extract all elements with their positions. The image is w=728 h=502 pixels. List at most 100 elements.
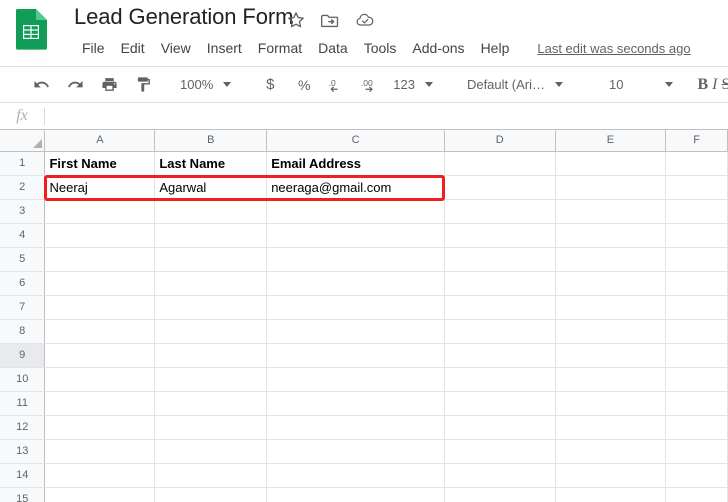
cell-B13[interactable] — [154, 439, 268, 464]
cell-A12[interactable] — [44, 415, 156, 440]
function-fx-icon[interactable]: fx — [0, 107, 44, 125]
cell-A1[interactable]: First Name — [44, 151, 156, 176]
number-format-dropdown[interactable]: 123 — [389, 72, 439, 98]
column-header-b[interactable]: B — [154, 130, 268, 152]
cell-C9[interactable] — [266, 343, 445, 368]
cell-F14[interactable] — [665, 463, 728, 488]
cell-B15[interactable] — [154, 487, 268, 502]
row-header[interactable]: 2 — [0, 175, 46, 200]
cell-C4[interactable] — [266, 223, 445, 248]
cell-D8[interactable] — [444, 319, 556, 344]
cell-D14[interactable] — [444, 463, 556, 488]
cell-C13[interactable] — [266, 439, 445, 464]
cell-B12[interactable] — [154, 415, 268, 440]
row-header[interactable]: 7 — [0, 295, 46, 320]
cell-F12[interactable] — [665, 415, 728, 440]
menu-item-insert[interactable]: Insert — [199, 38, 250, 58]
cell-C8[interactable] — [266, 319, 445, 344]
cell-F7[interactable] — [665, 295, 728, 320]
print-icon[interactable] — [96, 72, 122, 98]
cell-B10[interactable] — [154, 367, 268, 392]
menu-item-view[interactable]: View — [153, 38, 199, 58]
cell-A10[interactable] — [44, 367, 156, 392]
cell-D9[interactable] — [444, 343, 556, 368]
cell-E13[interactable] — [555, 439, 667, 464]
cell-F10[interactable] — [665, 367, 728, 392]
paint-format-icon[interactable] — [130, 72, 156, 98]
row-header[interactable]: 4 — [0, 223, 46, 248]
star-icon[interactable] — [286, 10, 306, 30]
menu-item-addons[interactable]: Add-ons — [404, 38, 472, 58]
cell-A4[interactable] — [44, 223, 156, 248]
cell-F8[interactable] — [665, 319, 728, 344]
cloud-saved-icon[interactable] — [355, 10, 375, 30]
select-all-corner[interactable] — [0, 130, 46, 152]
column-header-d[interactable]: D — [444, 130, 556, 152]
cell-B1[interactable]: Last Name — [154, 151, 268, 176]
row-header[interactable]: 15 — [0, 487, 46, 502]
cell-E14[interactable] — [555, 463, 667, 488]
cell-C2[interactable]: neeraga@gmail.com — [266, 175, 445, 200]
cell-F1[interactable] — [665, 151, 728, 176]
cell-E8[interactable] — [555, 319, 667, 344]
cell-F15[interactable] — [665, 487, 728, 502]
cell-E7[interactable] — [555, 295, 667, 320]
cell-A7[interactable] — [44, 295, 156, 320]
currency-format-button[interactable]: $ — [257, 72, 283, 98]
cell-E15[interactable] — [555, 487, 667, 502]
cell-C7[interactable] — [266, 295, 445, 320]
cell-F5[interactable] — [665, 247, 728, 272]
menu-item-data[interactable]: Data — [310, 38, 356, 58]
cell-A5[interactable] — [44, 247, 156, 272]
cell-D4[interactable] — [444, 223, 556, 248]
cell-E9[interactable] — [555, 343, 667, 368]
cell-E12[interactable] — [555, 415, 667, 440]
cell-E1[interactable] — [555, 151, 667, 176]
cell-C6[interactable] — [266, 271, 445, 296]
cell-B14[interactable] — [154, 463, 268, 488]
row-header[interactable]: 5 — [0, 247, 46, 272]
cell-C15[interactable] — [266, 487, 445, 502]
cell-A8[interactable] — [44, 319, 156, 344]
cell-A3[interactable] — [44, 199, 156, 224]
cell-E11[interactable] — [555, 391, 667, 416]
font-size-dropdown[interactable]: 10 — [605, 72, 679, 98]
column-header-f[interactable]: F — [665, 130, 728, 152]
column-header-a[interactable]: A — [44, 130, 156, 152]
document-title[interactable]: Lead Generation Form — [74, 4, 293, 30]
row-header[interactable]: 9 — [0, 343, 46, 368]
cell-C14[interactable] — [266, 463, 445, 488]
cell-D2[interactable] — [444, 175, 556, 200]
decrease-decimal-button[interactable]: .0 — [325, 72, 351, 98]
percent-format-button[interactable]: % — [291, 72, 317, 98]
row-header[interactable]: 3 — [0, 199, 46, 224]
cell-C3[interactable] — [266, 199, 445, 224]
row-header[interactable]: 10 — [0, 367, 46, 392]
font-family-dropdown[interactable]: Default (Ari… — [463, 72, 569, 98]
cell-D13[interactable] — [444, 439, 556, 464]
cell-E6[interactable] — [555, 271, 667, 296]
cell-A6[interactable] — [44, 271, 156, 296]
menu-item-format[interactable]: Format — [250, 38, 310, 58]
row-header[interactable]: 12 — [0, 415, 46, 440]
cell-D12[interactable] — [444, 415, 556, 440]
menu-item-edit[interactable]: Edit — [113, 38, 153, 58]
cell-B6[interactable] — [154, 271, 268, 296]
cell-F11[interactable] — [665, 391, 728, 416]
undo-icon[interactable] — [28, 72, 54, 98]
cell-D10[interactable] — [444, 367, 556, 392]
cell-E4[interactable] — [555, 223, 667, 248]
row-header[interactable]: 14 — [0, 463, 46, 488]
italic-button[interactable]: I — [712, 72, 717, 98]
cell-A11[interactable] — [44, 391, 156, 416]
spreadsheet-grid[interactable]: A B C D E F 1 First Name Last Name Email Ad… — [0, 129, 728, 502]
strikethrough-button[interactable]: S — [721, 72, 728, 98]
row-header[interactable]: 13 — [0, 439, 46, 464]
menu-item-file[interactable]: File — [74, 38, 113, 58]
cell-B5[interactable] — [154, 247, 268, 272]
row-header[interactable]: 11 — [0, 391, 46, 416]
cell-B8[interactable] — [154, 319, 268, 344]
cell-C5[interactable] — [266, 247, 445, 272]
cell-F6[interactable] — [665, 271, 728, 296]
cell-F2[interactable] — [665, 175, 728, 200]
